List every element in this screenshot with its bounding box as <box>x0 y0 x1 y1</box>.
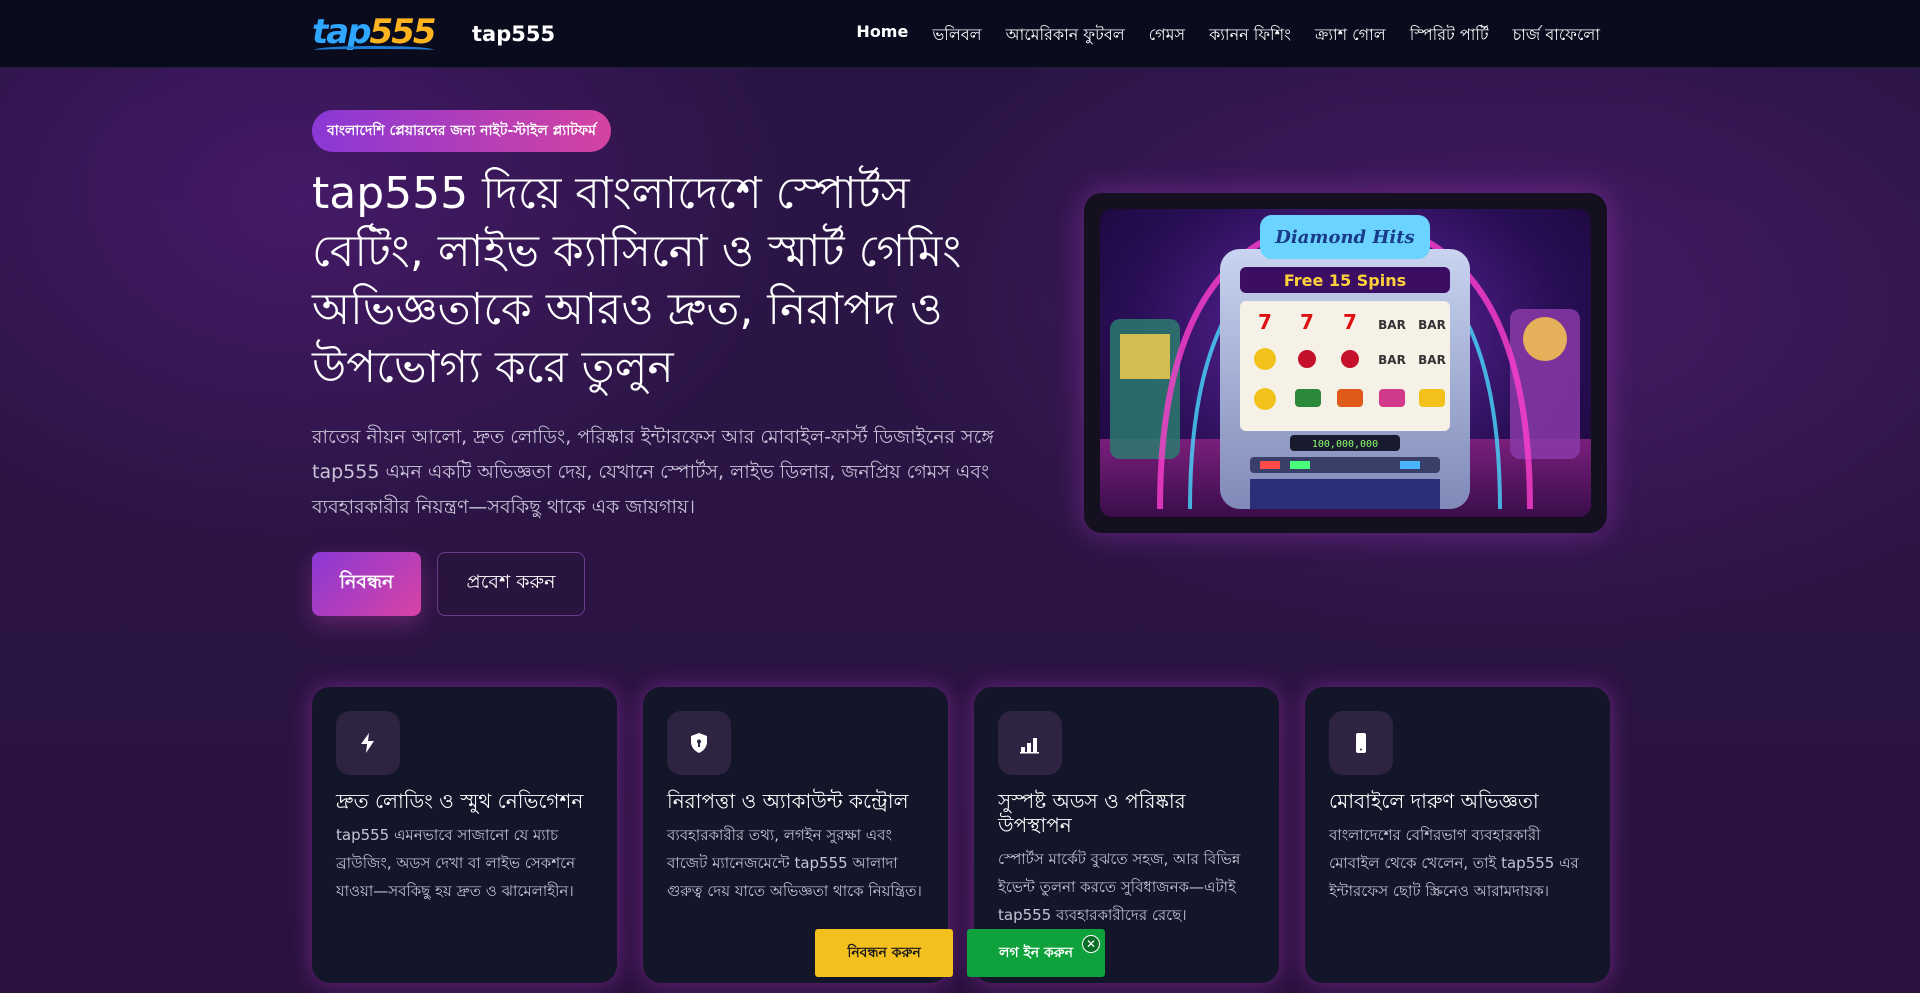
nav-item-home[interactable]: Home <box>856 22 908 49</box>
reel-symbol: BAR <box>1418 318 1446 332</box>
mobile-icon <box>1329 711 1393 775</box>
feature-text: tap555 এমনভাবে সাজানো যে ম্যাচ ব্রাউজিং,… <box>336 826 576 900</box>
reel-symbol: BAR <box>1378 353 1406 367</box>
brand-name[interactable]: tap555 <box>472 22 555 46</box>
hero-title: tap555 দিয়ে বাংলাদেশে স্পোর্টস বেটিং, ল… <box>312 168 962 393</box>
feature-text: বাংলাদেশের বেশিরভাগ ব্যবহারকারী মোবাইল থ… <box>1329 826 1579 900</box>
feature-card: দ্রুত লোডিং ও স্মুথ নেভিগেশন tap555 এমনভ… <box>312 687 617 983</box>
nav-item-crash-goal[interactable]: ক্র্যাশ গোল <box>1315 22 1386 49</box>
login-button[interactable]: প্রবেশ করুন <box>437 552 585 616</box>
shield-icon <box>667 711 731 775</box>
feature-cards: দ্রুত লোডিং ও স্মুথ নেভিগেশন tap555 এমনভ… <box>312 687 1610 983</box>
feature-card: মোবাইলে দারুণ অভিজ্ঞতা বাংলাদেশের বেশিরভ… <box>1305 687 1610 983</box>
nav-item-american-football[interactable]: আমেরিকান ফুটবল <box>1006 22 1125 49</box>
brand-logo[interactable]: tap555 <box>312 12 462 56</box>
feature-title: মোবাইলে দারুণ অভিজ্ঞতা <box>1329 789 1539 813</box>
hero-image: Diamond Hits Free 15 Spins 7 7 7 BAR BAR… <box>1084 193 1607 533</box>
brand[interactable]: tap555 tap555 <box>312 12 555 56</box>
bar-chart-icon <box>998 711 1062 775</box>
reel-symbol: 7 <box>1343 310 1357 334</box>
lightning-icon <box>336 711 400 775</box>
feature-title: সুস্পষ্ট অডস ও পরিষ্কার উপস্থাপন <box>998 789 1186 837</box>
slot-machine-svg: Diamond Hits Free 15 Spins 7 7 7 BAR BAR… <box>1100 215 1591 517</box>
hero-pill: বাংলাদেশি প্লেয়ারদের জন্য নাইট-স্টাইল প… <box>312 110 611 152</box>
logo-swoosh <box>314 46 434 54</box>
reel-symbol: BAR <box>1418 353 1446 367</box>
nav-item-volleyball[interactable]: ভলিবল <box>932 22 981 49</box>
nav-item-games[interactable]: গেমস <box>1149 22 1185 49</box>
nav-item-spirit-party[interactable]: স্পিরিট পার্টি <box>1410 22 1489 49</box>
reel-symbol: 7 <box>1258 310 1272 334</box>
feature-title: দ্রুত লোডিং ও স্মুথ নেভিগেশন <box>336 789 584 813</box>
feature-text: স্পোর্টস মার্কেট বুঝতে সহজ, আর বিভিন্ন ই… <box>998 850 1241 924</box>
slot-banner-text: Free 15 Spins <box>1284 271 1406 290</box>
slot-machine-illustration: Diamond Hits Free 15 Spins 7 7 7 BAR BAR… <box>1100 209 1591 517</box>
reel-symbol: 7 <box>1300 310 1314 334</box>
feature-text: ব্যবহারকারীর তথ্য, লগইন সুরক্ষা এবং বাজে… <box>667 826 922 900</box>
slot-sign-text: Diamond Hits <box>1274 227 1414 248</box>
nav-item-cannon-fishing[interactable]: ক্যানন ফিশিং <box>1209 22 1291 49</box>
top-bar: tap555 tap555 Home ভলিবল আমেরিকান ফুটবল … <box>0 0 1920 68</box>
hero-description: রাতের নীয়ন আলো, দ্রুত লোডিং, পরিষ্কার ই… <box>312 426 994 518</box>
nav-item-charge-buffalo[interactable]: চার্জ বাফেলো <box>1513 22 1600 49</box>
close-icon[interactable]: ✕ <box>1082 935 1100 953</box>
sticky-register-button[interactable]: নিবন্ধন করুন <box>815 929 953 977</box>
main-nav: Home ভলিবল আমেরিকান ফুটবল গেমস ক্যানন ফি… <box>856 22 1600 49</box>
feature-title: নিরাপত্তা ও অ্যাকাউন্ট কন্ট্রোল <box>667 789 909 813</box>
slot-counter-text: 100,000,000 <box>1312 439 1378 450</box>
register-button[interactable]: নিবন্ধন <box>312 552 421 616</box>
reel-symbol: BAR <box>1378 318 1406 332</box>
